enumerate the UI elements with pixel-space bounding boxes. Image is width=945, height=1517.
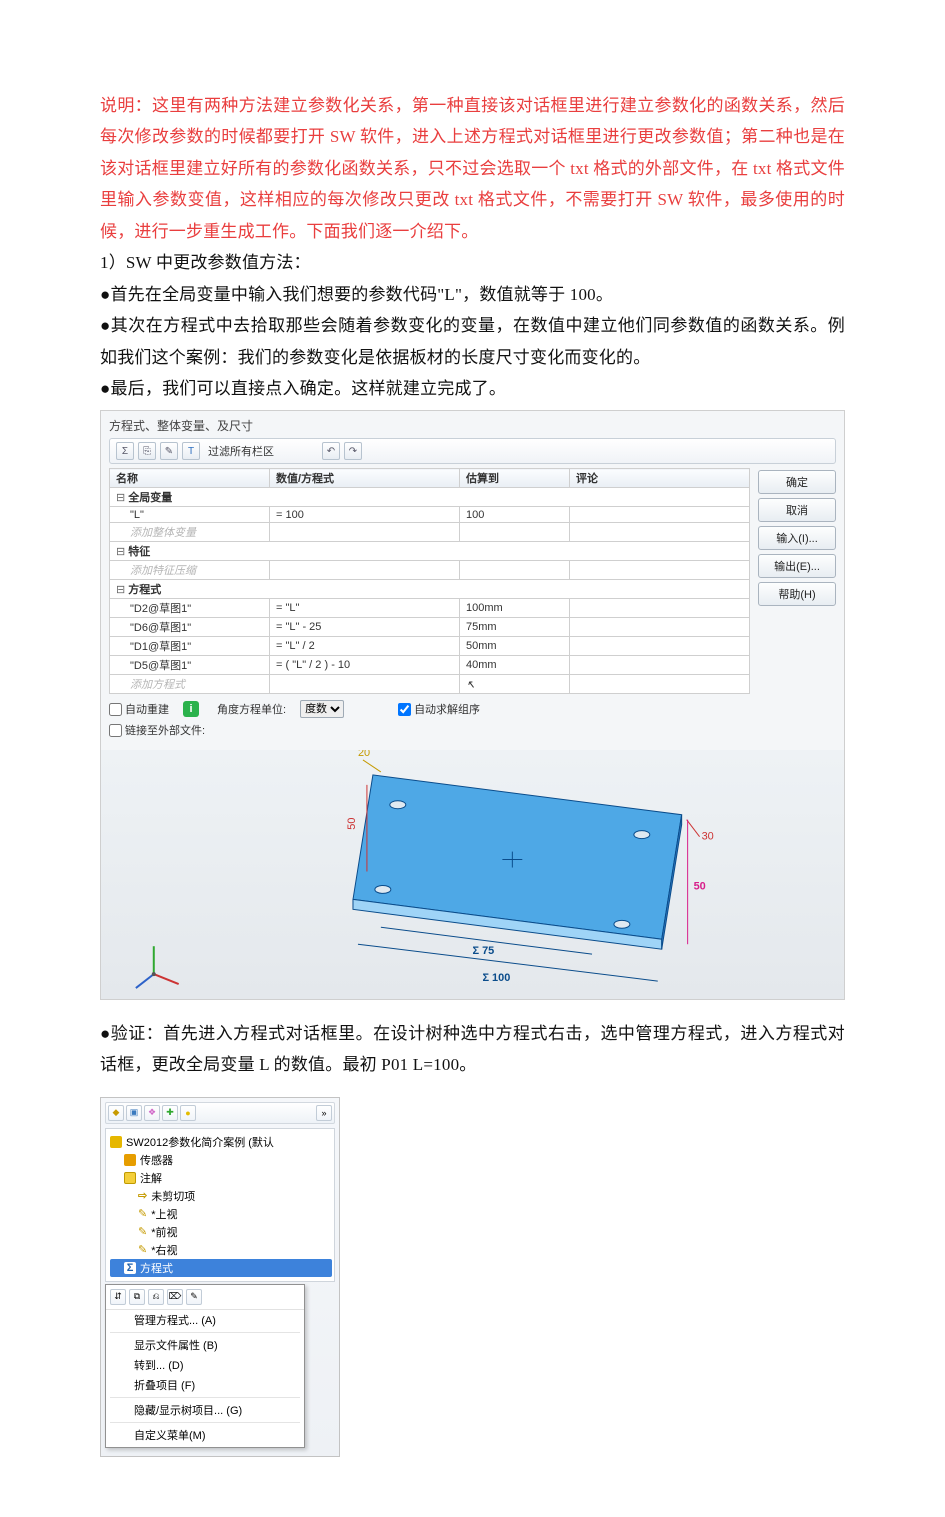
annotation-icon	[124, 1172, 136, 1184]
tree-tab-icon-1[interactable]: ◆	[108, 1105, 124, 1121]
auto-solve-check[interactable]: 自动求解组序	[398, 701, 480, 717]
ctx-rename[interactable]: 折叠项目 (F)	[106, 1375, 304, 1395]
context-menu: ⇵ ⧉ ⎌ ⌦ ✎ 管理方程式... (A) 显示文件属性 (B) 转到... …	[105, 1284, 305, 1448]
ctx-icon-2[interactable]: ⧉	[129, 1289, 145, 1305]
tree-equations[interactable]: 方程式	[140, 1260, 173, 1276]
filter-label: 过滤所有栏区	[208, 443, 274, 459]
dim-bottom-full: Σ 100	[482, 972, 510, 984]
arrow-icon: ⇨	[138, 1189, 147, 1202]
export-button[interactable]: 输出(E)...	[758, 554, 836, 578]
ctx-hide-show[interactable]: 隐藏/显示树项目... (G)	[106, 1400, 304, 1420]
bullet-3: ●最后，我们可以直接点入确定。这样就建立完成了。	[100, 373, 845, 404]
cancel-button[interactable]: 取消	[758, 498, 836, 522]
eq3-name[interactable]: "D1@草图1"	[110, 637, 270, 656]
view-btn-3[interactable]: ✎	[160, 442, 178, 460]
plane-icon: ✎	[138, 1225, 147, 1238]
import-button[interactable]: 输入(I)...	[758, 526, 836, 550]
tree-tab-icon-4[interactable]: ✚	[162, 1105, 178, 1121]
dim-bottom-mid: Σ 75	[473, 945, 495, 957]
ctx-icon-1[interactable]: ⇵	[110, 1289, 126, 1305]
dialog-title: 方程式、整体变量、及尺寸	[109, 417, 836, 434]
col-value: 数值/方程式	[270, 469, 460, 488]
eq2-name[interactable]: "D6@草图1"	[110, 618, 270, 637]
help-button[interactable]: 帮助(H)	[758, 582, 836, 606]
col-name: 名称	[110, 469, 270, 488]
add-global[interactable]: 添加整体变量	[110, 523, 270, 542]
eq1-name[interactable]: "D2@草图1"	[110, 599, 270, 618]
ctx-icon-4[interactable]: ⌦	[167, 1289, 183, 1305]
angle-unit-select[interactable]: 度数	[300, 700, 344, 718]
eq3-value[interactable]: = "L" / 2	[270, 637, 460, 656]
add-eq[interactable]: 添加方程式	[110, 675, 270, 694]
view-btn-2[interactable]: ⎘	[138, 442, 156, 460]
angle-unit-label: 角度方程单位:	[217, 701, 286, 717]
intro-paragraph: 说明：这里有两种方法建立参数化关系，第一种直接该对话框里进行建立参数化的函数关系…	[100, 90, 845, 247]
eq1-value[interactable]: = "L"	[270, 599, 460, 618]
tree-notcut[interactable]: 未剪切项	[151, 1188, 195, 1204]
bullet-1: ●首先在全局变量中输入我们想要的参数代码"L"，数值就等于 100。	[100, 279, 845, 310]
auto-rebuild-check[interactable]: 自动重建	[109, 701, 169, 717]
ctx-manage-equations[interactable]: 管理方程式... (A)	[106, 1310, 304, 1330]
tree-top[interactable]: *上视	[151, 1206, 177, 1222]
section-equations[interactable]: 方程式	[110, 580, 750, 599]
add-feature[interactable]: 添加特征压缩	[110, 561, 270, 580]
global-eval: 100	[460, 507, 570, 523]
status-chip-icon: i	[183, 701, 199, 717]
sigma-icon: Σ	[124, 1262, 136, 1274]
tree-root[interactable]: SW2012参数化简介案例 (默认	[126, 1134, 274, 1150]
eq4-eval: 40mm	[460, 656, 570, 675]
eq2-eval: 75mm	[460, 618, 570, 637]
ctx-goto[interactable]: 转到... (D)	[106, 1355, 304, 1375]
part-icon	[110, 1136, 122, 1148]
tree-sensors[interactable]: 传感器	[140, 1152, 173, 1168]
ok-button[interactable]: 确定	[758, 470, 836, 494]
model-viewport[interactable]: 20 50 30 50 Σ 75 Σ 100	[100, 750, 845, 1000]
link-ext-file-check[interactable]: 链接至外部文件:	[109, 722, 205, 738]
tree-tab-icon-3[interactable]: ❖	[144, 1105, 160, 1121]
redo-icon[interactable]: ↷	[344, 442, 362, 460]
equation-table: 名称 数值/方程式 估算到 评论 全局变量 "L" = 100 100 添加整体…	[109, 468, 750, 694]
plane-icon: ✎	[138, 1243, 147, 1256]
ctx-show-dims[interactable]: 显示文件属性 (B)	[106, 1335, 304, 1355]
ctx-icon-5[interactable]: ✎	[186, 1289, 202, 1305]
tree-right[interactable]: *右视	[151, 1242, 177, 1258]
dim-top-small: 20	[358, 750, 370, 759]
dialog-side-buttons: 确定 取消 输入(I)... 输出(E)... 帮助(H)	[758, 468, 836, 694]
tree-tab-more-icon[interactable]: »	[316, 1105, 332, 1121]
tree-annotations[interactable]: 注解	[140, 1170, 162, 1186]
global-value[interactable]: = 100	[270, 507, 460, 523]
ctx-custom-menu[interactable]: 自定义菜单(M)	[106, 1425, 304, 1445]
section-features[interactable]: 特征	[110, 542, 750, 561]
tree-toolbar: ◆ ▣ ❖ ✚ ● »	[105, 1102, 335, 1124]
col-comment: 评论	[570, 469, 750, 488]
dim-right-small: 30	[702, 831, 714, 843]
filter-icon[interactable]: T	[182, 442, 200, 460]
eq3-eval: 50mm	[460, 637, 570, 656]
feature-tree-panel: ◆ ▣ ❖ ✚ ● » SW2012参数化简介案例 (默认 传感器 注解 ⇨ 未剪…	[100, 1097, 340, 1457]
tree-front[interactable]: *前视	[151, 1224, 177, 1240]
tree-tab-icon-5[interactable]: ●	[180, 1105, 196, 1121]
eq4-value[interactable]: = ( "L" / 2 ) - 10	[270, 656, 460, 675]
method-heading: 1）SW 中更改参数值方法：	[100, 247, 845, 278]
global-comment[interactable]	[570, 507, 750, 523]
equation-dialog: 方程式、整体变量、及尺寸 Σ ⎘ ✎ T 过滤所有栏区 ↶ ↷ 名称 数值/方程…	[100, 410, 845, 751]
verify-paragraph: ●验证：首先进入方程式对话框里。在设计树种选中方程式右击，选中管理方程式，进入方…	[100, 1018, 845, 1081]
col-eval: 估算到	[460, 469, 570, 488]
bullet-2: ●其次在方程式中去拾取那些会随着参数变化的变量，在数值中建立他们同参数值的函数关…	[100, 310, 845, 373]
global-name[interactable]: "L"	[110, 507, 270, 523]
dim-top-large: 50	[346, 817, 358, 829]
tree-tab-icon-2[interactable]: ▣	[126, 1105, 142, 1121]
ctx-icon-3[interactable]: ⎌	[148, 1289, 164, 1305]
plane-icon: ✎	[138, 1207, 147, 1220]
eq1-eval: 100mm	[460, 599, 570, 618]
eq2-value[interactable]: = "L" - 25	[270, 618, 460, 637]
section-globals[interactable]: 全局变量	[110, 488, 750, 507]
feature-tree[interactable]: SW2012参数化简介案例 (默认 传感器 注解 ⇨ 未剪切项 ✎ *上视 ✎ *前视…	[105, 1128, 335, 1282]
undo-icon[interactable]: ↶	[322, 442, 340, 460]
dim-right-large: 50	[694, 880, 706, 892]
dialog-toolbar: Σ ⎘ ✎ T 过滤所有栏区 ↶ ↷	[109, 438, 836, 464]
sensor-icon	[124, 1154, 136, 1166]
eq4-name[interactable]: "D5@草图1"	[110, 656, 270, 675]
view-btn-1[interactable]: Σ	[116, 442, 134, 460]
